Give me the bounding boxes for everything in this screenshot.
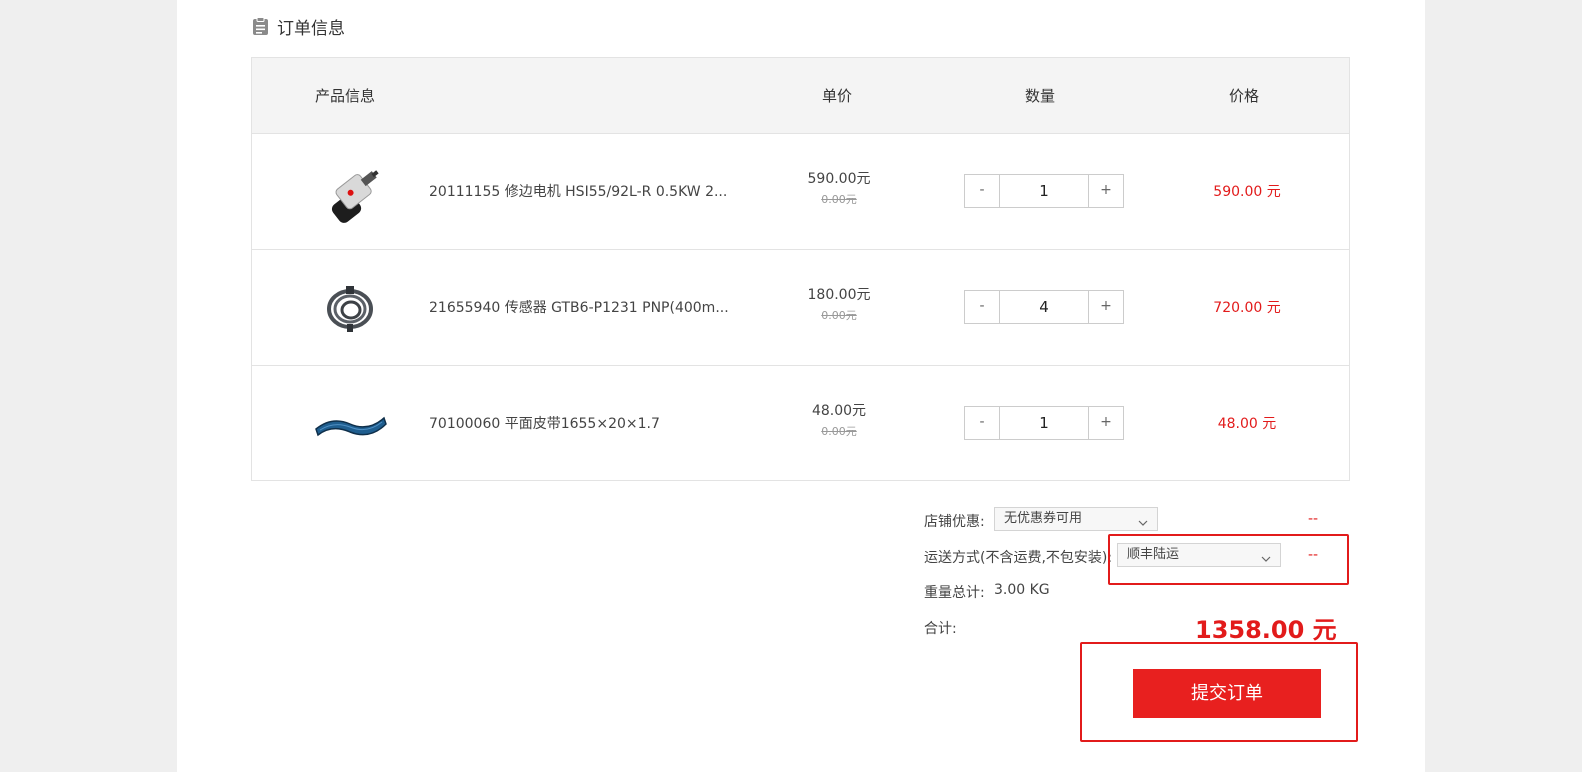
product-name[interactable]: 21655940 传感器 GTB6-P1231 PNP(400m... — [429, 250, 729, 366]
quantity-input[interactable]: 4 — [1000, 291, 1088, 323]
row-subtotal: 720.00 元 — [1213, 300, 1281, 316]
coupon-amount: -- — [1308, 511, 1319, 527]
weight-label: 重量总计: — [924, 585, 985, 601]
header-quantity: 数量 — [1025, 87, 1056, 105]
coupon-selected-value: 无优惠券可用 — [1004, 511, 1083, 526]
header-product: 产品信息 — [315, 87, 376, 105]
quantity-input[interactable]: 1 — [1000, 407, 1088, 439]
unit-price: 180.00元 0.00元 — [782, 284, 896, 326]
original-price: 0.00元 — [821, 309, 857, 322]
increase-button[interactable]: + — [1088, 407, 1123, 439]
unit-price-value: 48.00元 — [811, 403, 867, 419]
row-subtotal: 590.00 元 — [1213, 184, 1281, 200]
product-name[interactable]: 70100060 平面皮带1655×20×1.7 — [429, 366, 729, 482]
quantity-stepper: - 1 + — [964, 406, 1124, 440]
shipping-highlight-box — [1108, 534, 1349, 585]
unit-price: 48.00元 0.00元 — [782, 400, 896, 442]
row-subtotal: 48.00 元 — [1217, 416, 1277, 432]
decrease-button[interactable]: - — [965, 175, 1000, 207]
order-info-heading: 订单信息 — [252, 14, 345, 39]
product-name[interactable]: 20111155 修边电机 HSI55/92L-R 0.5KW 2... — [429, 134, 729, 250]
shipping-label: 运送方式(不含运费,不包安装): — [924, 550, 1113, 566]
increase-button[interactable]: + — [1088, 291, 1123, 323]
unit-price: 590.00元 0.00元 — [782, 168, 896, 210]
original-price: 0.00元 — [821, 193, 857, 206]
quantity-stepper: - 4 + — [964, 290, 1124, 324]
motor-product-image[interactable] — [310, 156, 390, 228]
order-table: 产品信息 单价 数量 价格 20111155 修边电机 HSI55/92L-R … — [251, 57, 1350, 481]
sensor-product-image[interactable] — [310, 272, 390, 344]
table-row: 70100060 平面皮带1655×20×1.7 48.00元 0.00元 - … — [252, 366, 1349, 482]
original-price: 0.00元 — [821, 425, 857, 438]
unit-price-value: 590.00元 — [807, 171, 871, 187]
total-label: 合计: — [924, 621, 957, 637]
weight-value: 3.00 KG — [994, 582, 1050, 598]
table-header: 产品信息 单价 数量 价格 — [252, 58, 1349, 134]
header-price: 价格 — [1229, 87, 1260, 105]
belt-product-image[interactable] — [310, 388, 390, 460]
quantity-input[interactable]: 1 — [1000, 175, 1088, 207]
order-total: 1358.00 元 — [1195, 616, 1337, 644]
submit-highlight-box — [1080, 642, 1358, 742]
unit-price-value: 180.00元 — [807, 287, 871, 303]
decrease-button[interactable]: - — [965, 291, 1000, 323]
coupon-label: 店铺优惠: — [924, 514, 985, 530]
table-row: 21655940 传感器 GTB6-P1231 PNP(400m... 180.… — [252, 250, 1349, 366]
header-unit-price: 单价 — [822, 87, 853, 105]
decrease-button[interactable]: - — [965, 407, 1000, 439]
table-row: 20111155 修边电机 HSI55/92L-R 0.5KW 2... 590… — [252, 134, 1349, 250]
clipboard-icon — [252, 16, 269, 36]
increase-button[interactable]: + — [1088, 175, 1123, 207]
chevron-down-icon — [1138, 514, 1148, 526]
section-title: 订单信息 — [277, 18, 345, 39]
coupon-select[interactable]: 无优惠券可用 — [994, 507, 1158, 531]
quantity-stepper: - 1 + — [964, 174, 1124, 208]
